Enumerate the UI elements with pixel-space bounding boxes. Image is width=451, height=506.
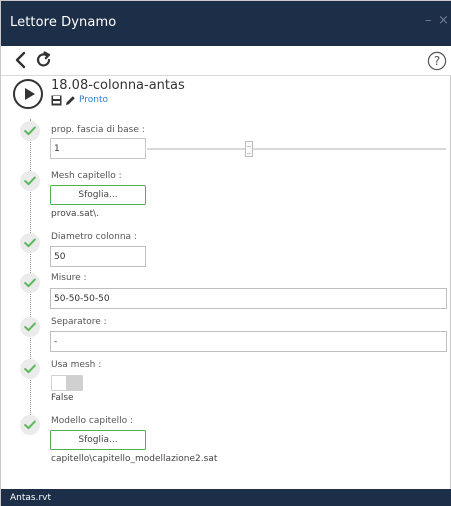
modello-capitello-browse-button[interactable]: Sfoglia... [50,430,146,450]
input-label-diametro-colonna: Diametro colonna : [51,232,137,242]
window-title: Lettore Dynamo [10,15,117,30]
step-status [20,317,40,337]
checkmark-icon [24,126,36,136]
edit-pencil-icon[interactable] [65,95,76,106]
step-status [20,273,40,293]
checkmark-icon [24,278,36,288]
step-status [20,121,40,141]
checkmark-icon [24,238,36,248]
run-script-button[interactable] [13,79,43,109]
step-status [20,233,40,253]
question-icon: ? [427,51,447,71]
svg-text:?: ? [434,54,440,68]
help-button[interactable]: ? [427,50,447,72]
diametro-colonna-field[interactable] [50,246,146,267]
save-icon[interactable] [51,95,62,106]
usa-mesh-toggle[interactable] [51,375,83,391]
prop-fascia-slider-handle[interactable] [245,141,253,157]
script-header: 18.08-colonna-antas Pronto [13,77,433,113]
refresh-icon [36,51,51,67]
back-button[interactable] [10,49,30,71]
toolbar: ? [1,46,451,76]
prop-fascia-slider-track[interactable] [147,148,446,150]
checkmark-icon [24,176,36,186]
title-bar: Lettore Dynamo – × [1,1,451,46]
input-label-modello-capitello: Modello capitello : [51,416,134,426]
step-status [20,171,40,191]
input-label-mesh-capitello: Mesh capitello : [51,171,122,181]
step-status [20,415,40,435]
input-label-separatore: Separatore : [51,317,107,327]
checkmark-icon [24,322,36,332]
toggle-knob [52,376,66,390]
step-status [20,359,40,379]
status-text: Pronto [79,95,109,105]
checkmark-icon [24,420,36,430]
dynamo-player-window: Lettore Dynamo – × ? 18.08-colonna-antas… [0,0,451,506]
prop-fascia-field[interactable] [50,138,146,159]
script-name: 18.08-colonna-antas [51,78,185,93]
status-bar: Antas.rvt [1,489,451,506]
input-label-misure: Misure : [51,273,87,283]
misure-field[interactable] [50,288,447,309]
mesh-capitello-path: prova.sat\. [51,209,100,219]
mesh-capitello-browse-button[interactable]: Sfoglia... [50,185,146,205]
separatore-field[interactable] [50,331,447,352]
refresh-button[interactable] [34,49,54,71]
modello-capitello-path: capitello\capitello_modellazione2.sat [51,454,218,464]
usa-mesh-state: False [51,393,74,403]
active-document: Antas.rvt [10,493,52,503]
close-button[interactable]: × [438,13,449,29]
minimize-button[interactable]: – [425,13,432,29]
input-label-prop-fascia: prop. fascia di base : [51,125,145,135]
input-label-usa-mesh: Usa mesh : [51,360,102,370]
checkmark-icon [24,364,36,374]
chevron-left-icon [15,51,26,69]
